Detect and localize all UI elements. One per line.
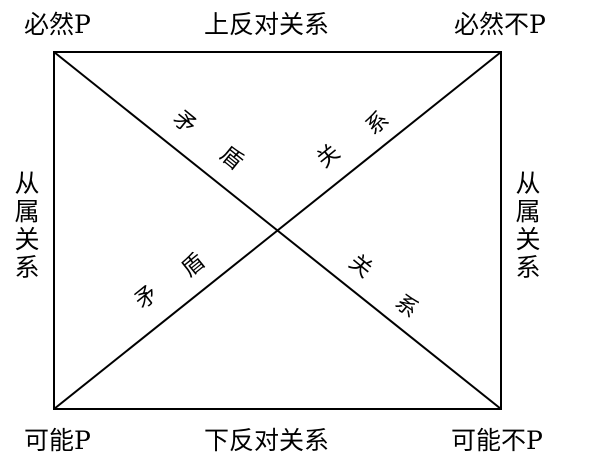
edge-label-top: 上反对关系 — [204, 10, 330, 39]
corner-label-top-right: 必然不P — [454, 10, 546, 39]
corner-label-bottom-right: 可能不P — [451, 426, 543, 455]
corner-label-top-left: 必然P — [24, 10, 91, 39]
corner-label-bottom-left: 可能P — [24, 426, 91, 455]
edge-label-right: 从属关系 — [515, 169, 541, 282]
edge-label-left: 从属关系 — [14, 169, 40, 282]
edge-label-bottom: 下反对关系 — [204, 426, 330, 455]
